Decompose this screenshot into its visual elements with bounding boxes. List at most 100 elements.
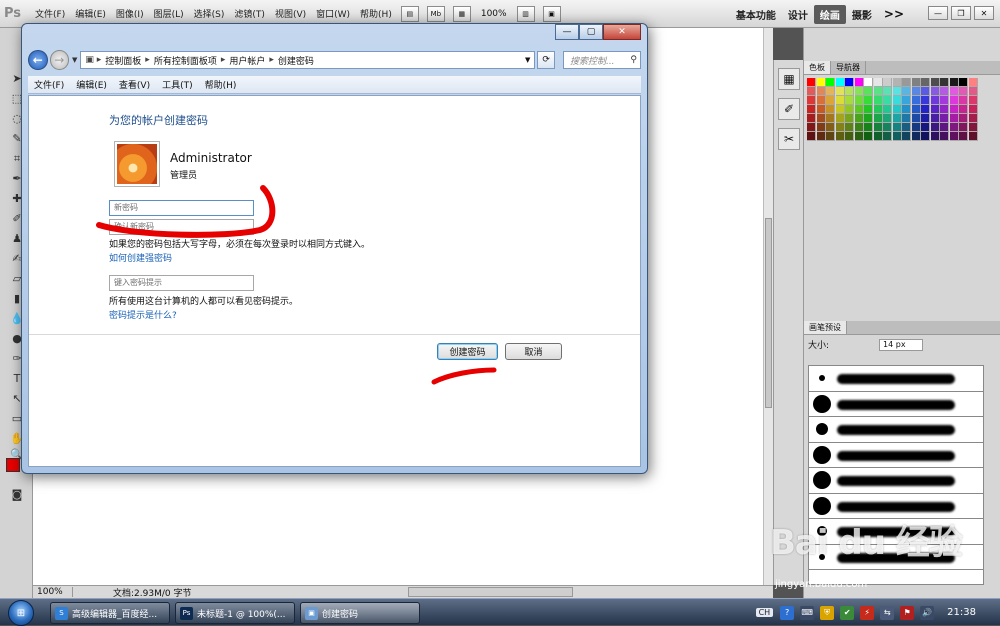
- color-swatch[interactable]: [959, 78, 968, 87]
- color-swatch[interactable]: [883, 87, 892, 96]
- color-swatch[interactable]: [911, 132, 921, 141]
- color-swatch[interactable]: [864, 132, 873, 141]
- brush-preset-row[interactable]: [809, 443, 983, 468]
- antivirus-icon[interactable]: ✔: [840, 605, 855, 620]
- screen-mode-button[interactable]: ▣: [542, 5, 561, 22]
- color-swatch[interactable]: [854, 105, 864, 114]
- canvas-vertical-scrollbar[interactable]: [763, 28, 773, 585]
- color-swatch[interactable]: [854, 123, 864, 132]
- color-swatch[interactable]: [921, 114, 930, 123]
- color-swatch[interactable]: [864, 105, 873, 114]
- color-swatch[interactable]: [968, 87, 978, 96]
- color-swatch[interactable]: [940, 105, 949, 114]
- color-swatch[interactable]: [864, 123, 873, 132]
- menu-view[interactable]: 查看(V): [113, 78, 156, 91]
- color-swatch[interactable]: [959, 114, 968, 123]
- history-panel-icon[interactable]: ▦: [778, 68, 800, 90]
- color-swatch[interactable]: [902, 105, 911, 114]
- color-swatch[interactable]: [883, 123, 892, 132]
- color-swatch[interactable]: [949, 123, 959, 132]
- search-input[interactable]: 搜索控制... ⚲: [562, 51, 641, 69]
- color-swatch[interactable]: [807, 114, 816, 123]
- ps-menu-image[interactable]: 图像(I): [111, 7, 149, 20]
- view-extras-button[interactable]: ▦: [452, 5, 471, 22]
- color-swatch[interactable]: [864, 96, 873, 105]
- color-swatch[interactable]: [968, 114, 978, 123]
- color-swatch[interactable]: [854, 87, 864, 96]
- color-swatch[interactable]: [864, 78, 873, 87]
- close-button[interactable]: ✕: [603, 24, 641, 40]
- color-swatch[interactable]: [835, 114, 845, 123]
- ps-menu-file[interactable]: 文件(F): [30, 7, 70, 20]
- menu-file[interactable]: 文件(F): [28, 78, 70, 91]
- color-swatch[interactable]: [826, 105, 835, 114]
- tab-brush-presets[interactable]: 画笔预设: [804, 321, 847, 334]
- brush-panel-icon[interactable]: ✐: [778, 98, 800, 120]
- color-swatch[interactable]: [892, 132, 902, 141]
- color-swatch[interactable]: [873, 87, 883, 96]
- tab-swatches[interactable]: 色板: [804, 61, 831, 74]
- color-swatch[interactable]: [902, 132, 911, 141]
- brush-preset-row[interactable]: [809, 468, 983, 494]
- color-swatch[interactable]: [826, 123, 835, 132]
- arrange-documents-button[interactable]: ▥: [516, 5, 535, 22]
- color-swatch[interactable]: [921, 123, 930, 132]
- color-swatch[interactable]: [959, 96, 968, 105]
- color-swatch[interactable]: [968, 132, 978, 141]
- flag-icon[interactable]: ⚑: [900, 605, 915, 620]
- color-swatch[interactable]: [892, 105, 902, 114]
- color-swatch[interactable]: [835, 105, 845, 114]
- confirm-password-field[interactable]: 确认新密码: [109, 219, 254, 235]
- workspace-design[interactable]: 设计: [782, 7, 814, 22]
- color-swatch[interactable]: [940, 96, 949, 105]
- color-swatch[interactable]: [940, 132, 949, 141]
- workspace-photography[interactable]: 摄影: [846, 7, 878, 22]
- taskbar-item-create-password[interactable]: ▣ 创建密码: [300, 602, 420, 624]
- ps-menu-help[interactable]: 帮助(H): [355, 7, 397, 20]
- create-password-button[interactable]: 创建密码: [437, 343, 498, 360]
- color-swatch[interactable]: [816, 78, 826, 87]
- password-hint-field[interactable]: 键入密码提示: [109, 275, 254, 291]
- color-swatch[interactable]: [845, 114, 854, 123]
- bridge-button[interactable]: ▤: [400, 5, 419, 22]
- breadcrumb-create-password[interactable]: 创建密码: [278, 54, 314, 67]
- color-swatch[interactable]: [911, 87, 921, 96]
- color-swatch[interactable]: [864, 87, 873, 96]
- breadcrumb-all-items[interactable]: 所有控制面板项: [154, 54, 217, 67]
- help-icon[interactable]: ?: [780, 605, 795, 620]
- color-swatch[interactable]: [835, 78, 845, 87]
- color-swatch[interactable]: [959, 123, 968, 132]
- menu-tools[interactable]: 工具(T): [156, 78, 199, 91]
- color-swatch[interactable]: [930, 105, 940, 114]
- more-workspaces-icon[interactable]: >>: [878, 7, 910, 21]
- color-swatch[interactable]: [921, 96, 930, 105]
- color-swatch[interactable]: [911, 114, 921, 123]
- strong-password-link[interactable]: 如何创建强密码: [109, 251, 172, 264]
- color-swatch[interactable]: [807, 87, 816, 96]
- color-swatch[interactable]: [930, 132, 940, 141]
- color-swatch[interactable]: [816, 87, 826, 96]
- ps-menu-layer[interactable]: 图层(L): [149, 7, 189, 20]
- color-swatch[interactable]: [807, 132, 816, 141]
- color-swatch[interactable]: [959, 132, 968, 141]
- color-swatch[interactable]: [930, 114, 940, 123]
- color-swatch[interactable]: [930, 87, 940, 96]
- color-swatch[interactable]: [873, 114, 883, 123]
- color-swatch[interactable]: [940, 78, 949, 87]
- tab-navigator[interactable]: 导航器: [831, 61, 866, 74]
- color-swatch[interactable]: [940, 87, 949, 96]
- color-swatch[interactable]: [968, 123, 978, 132]
- color-swatch[interactable]: [968, 105, 978, 114]
- color-swatch[interactable]: [873, 78, 883, 87]
- color-swatch[interactable]: [892, 87, 902, 96]
- ps-menu-window[interactable]: 窗口(W): [311, 7, 355, 20]
- color-swatch[interactable]: [911, 78, 921, 87]
- color-swatch[interactable]: [845, 78, 854, 87]
- color-swatch[interactable]: [883, 114, 892, 123]
- mini-bridge-button[interactable]: Mb: [426, 5, 445, 22]
- color-swatch[interactable]: [845, 87, 854, 96]
- color-swatch[interactable]: [816, 96, 826, 105]
- foreground-color-swatch[interactable]: [6, 458, 20, 472]
- color-swatch[interactable]: [940, 114, 949, 123]
- search-icon[interactable]: ⚲: [630, 55, 637, 65]
